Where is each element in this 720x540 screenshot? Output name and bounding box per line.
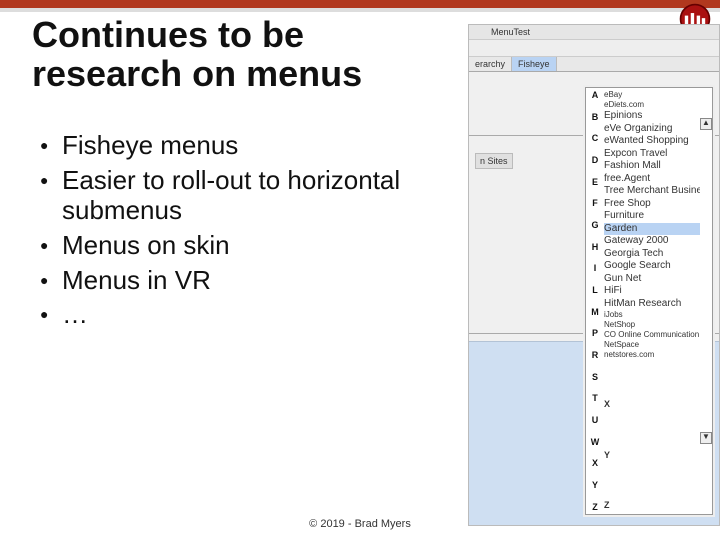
fisheye-item-selected[interactable]: Garden [604, 223, 700, 236]
index-letter[interactable]: E [588, 177, 602, 187]
index-letter[interactable]: Z [604, 500, 700, 512]
bullet-list: Fisheye menus Easier to roll-out to hori… [40, 130, 480, 334]
index-letter[interactable]: I [588, 263, 602, 273]
slide-title-line: research on menus [32, 53, 362, 94]
fisheye-item[interactable]: free.Agent [604, 173, 700, 186]
index-letter[interactable]: X [588, 458, 602, 468]
bullet-item: Menus in VR [40, 265, 480, 296]
index-letter[interactable]: A [588, 90, 602, 100]
fisheye-item[interactable]: Epinions [604, 110, 700, 123]
embedded-screenshot: MenuTest erarchy Fisheye n Sites A B C D… [468, 24, 720, 526]
slide-title: Continues to be research on menus [32, 16, 452, 94]
bullet-text: Menus on skin [62, 230, 230, 260]
fisheye-item[interactable]: HiFi [604, 285, 700, 298]
bullet-item: Easier to roll-out to horizontal submenu… [40, 165, 480, 226]
fisheye-index-letters: A B C D E F G H I L M P R S T U W X Y Z [588, 90, 602, 512]
bullet-text: … [62, 299, 88, 329]
fisheye-item[interactable]: NetSpace [604, 340, 700, 350]
index-letter[interactable]: H [588, 242, 602, 252]
side-panel-label: n Sites [475, 153, 513, 169]
bullet-item: … [40, 299, 480, 330]
fisheye-item[interactable]: iJobs [604, 310, 700, 320]
fisheye-item[interactable]: Tree Merchant Business [604, 185, 700, 198]
window-title: MenuTest [469, 27, 530, 37]
fisheye-menu[interactable]: A B C D E F G H I L M P R S T U W X Y Z … [585, 87, 713, 515]
tab-label: Fisheye [518, 59, 550, 69]
fisheye-items: eBay eDiets.com Epinions eVe Organizing … [604, 90, 700, 512]
side-panel-label-text: n Sites [480, 156, 508, 166]
index-letter[interactable]: C [588, 133, 602, 143]
accent-top-band [0, 0, 720, 12]
fisheye-item[interactable]: eWanted Shopping [604, 135, 700, 148]
index-letter[interactable]: Z [588, 502, 602, 512]
index-letter[interactable]: X [604, 399, 700, 411]
fisheye-item[interactable]: Fashion Mall [604, 160, 700, 173]
index-letter[interactable]: S [588, 372, 602, 382]
fisheye-item[interactable]: Gateway 2000 [604, 235, 700, 248]
index-letter[interactable]: M [588, 307, 602, 317]
index-letter[interactable]: Y [604, 450, 700, 462]
bullet-text: Fisheye menus [62, 130, 238, 160]
fisheye-item[interactable]: CO Online Communication [604, 330, 700, 340]
fisheye-item[interactable]: eBay [604, 90, 700, 100]
slide-title-line: Continues to be [32, 14, 304, 55]
browser-toolbar [469, 40, 719, 57]
bullet-item: Fisheye menus [40, 130, 480, 161]
fisheye-item[interactable]: Expcon Travel [604, 148, 700, 161]
index-letter[interactable]: B [588, 112, 602, 122]
fisheye-item[interactable]: NetShop [604, 320, 700, 330]
index-letter[interactable]: T [588, 393, 602, 403]
fisheye-item[interactable]: netstores.com [604, 350, 700, 360]
chevron-down-icon: ▼ [702, 432, 710, 441]
index-letter[interactable]: W [588, 437, 602, 447]
window-title-bar: MenuTest [469, 25, 719, 40]
index-letter[interactable]: U [588, 415, 602, 425]
index-letter[interactable]: R [588, 350, 602, 360]
footer-text: © 2019 - Brad Myers [309, 518, 411, 530]
chevron-up-icon: ▲ [702, 118, 710, 127]
fisheye-item[interactable]: Gun Net [604, 273, 700, 286]
tab-hierarchy[interactable]: erarchy [469, 57, 512, 71]
fisheye-item[interactable]: Google Search [604, 260, 700, 273]
index-letter[interactable]: G [588, 220, 602, 230]
fisheye-item[interactable]: HitMan Research [604, 298, 700, 311]
index-letter[interactable]: F [588, 198, 602, 208]
fisheye-item[interactable]: Georgia Tech [604, 248, 700, 261]
index-letter[interactable]: D [588, 155, 602, 165]
index-letter[interactable]: Y [588, 480, 602, 490]
bullet-item: Menus on skin [40, 230, 480, 261]
index-letter[interactable]: P [588, 328, 602, 338]
index-letter[interactable]: L [588, 285, 602, 295]
bullet-text: Menus in VR [62, 265, 211, 295]
fisheye-item[interactable]: eDiets.com [604, 100, 700, 110]
fisheye-item[interactable]: Furniture [604, 210, 700, 223]
bullet-text: Easier to roll-out to horizontal submenu… [62, 165, 400, 226]
tab-fisheye[interactable]: Fisheye [512, 57, 557, 71]
scroll-up-icon[interactable]: ▲ [700, 118, 712, 130]
tab-label: erarchy [475, 59, 505, 69]
tab-strip: erarchy Fisheye [469, 57, 719, 72]
scroll-down-icon[interactable]: ▼ [700, 432, 712, 444]
fisheye-item[interactable]: eVe Organizing [604, 123, 700, 136]
fisheye-item[interactable]: Free Shop [604, 198, 700, 211]
